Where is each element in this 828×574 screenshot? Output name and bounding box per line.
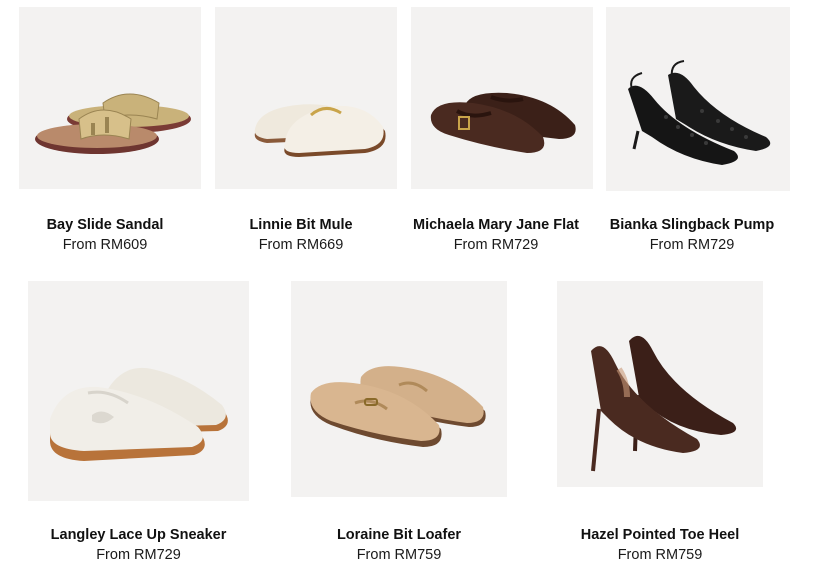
product-name[interactable]: Bianka Slingback Pump [601, 217, 783, 233]
loafer-illustration [310, 366, 486, 447]
product-price: From RM759 [356, 547, 442, 563]
product-price: From RM729 [649, 237, 735, 253]
product-name[interactable]: Bay Slide Sandal [19, 217, 191, 233]
product-image-loraine-bit-loafer[interactable] [291, 281, 507, 497]
product-name[interactable]: Hazel Pointed Toe Heel [557, 527, 763, 543]
product-image-michaela-mary-jane-flat[interactable] [411, 7, 593, 189]
pump-illustration [628, 60, 771, 165]
product-image-langley-lace-up-sneaker[interactable] [28, 281, 249, 501]
product-image-bay-slide-sandal[interactable] [19, 7, 201, 189]
product-image-linnie-bit-mule[interactable] [215, 7, 397, 189]
product-price: From RM759 [617, 547, 703, 563]
product-name[interactable]: Langley Lace Up Sneaker [28, 527, 249, 543]
sandal-illustration [35, 93, 191, 154]
product-name[interactable]: Michaela Mary Jane Flat [405, 217, 587, 233]
product-price: From RM729 [96, 547, 181, 563]
product-name[interactable]: Linnie Bit Mule [215, 217, 387, 233]
sneaker-illustration [50, 367, 228, 461]
flat-illustration [430, 92, 576, 153]
product-price: From RM609 [62, 237, 148, 253]
product-image-hazel-pointed-toe-heel[interactable] [557, 281, 763, 487]
product-price: From RM729 [453, 237, 539, 253]
mule-illustration [254, 104, 386, 157]
product-image-bianka-slingback-pump[interactable] [606, 7, 790, 191]
heel-illustration [591, 335, 737, 472]
product-name[interactable]: Loraine Bit Loafer [291, 527, 507, 543]
product-price: From RM669 [258, 237, 344, 253]
